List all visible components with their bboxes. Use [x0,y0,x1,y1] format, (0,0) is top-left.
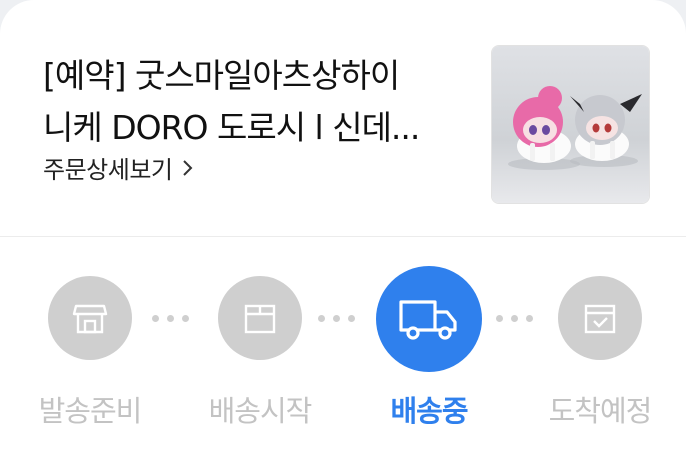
product-thumbnail[interactable] [491,45,650,204]
step-connector [496,315,533,322]
chevron-right-icon [183,159,193,176]
figure-image [492,46,649,203]
product-title-line2: 니케 DORO 도로시 l 신데... [43,108,420,147]
order-card: [예약] 굿스마일아츠상하이 니케 DORO 도로시 l 신데... 주문상세보… [0,0,686,456]
truck-icon [399,300,457,340]
box-icon [244,304,276,334]
step-connector [152,315,189,322]
step-label-shipping-start: 배송시작 [208,394,313,428]
order-detail-link[interactable]: 주문상세보기 [43,150,196,185]
step-label-shipping-prep: 발송준비 [38,394,143,428]
step-in-transit [376,266,482,372]
step-shipping-start [218,276,302,360]
box-check-icon [584,304,616,334]
section-divider [0,236,686,237]
product-title[interactable]: [예약] 굿스마일아츠상하이 니케 DORO 도로시 l 신데... [43,50,463,154]
step-label-arrival-expected: 도착예정 [548,394,653,428]
step-shipping-prep [48,276,132,360]
store-icon [72,304,108,334]
step-connector [318,315,355,322]
product-title-line1: [예약] 굿스마일아츠상하이 [43,56,400,95]
order-detail-label: 주문상세보기 [43,156,173,184]
step-arrival-expected [558,276,642,360]
step-label-in-transit: 배송중 [390,394,468,428]
